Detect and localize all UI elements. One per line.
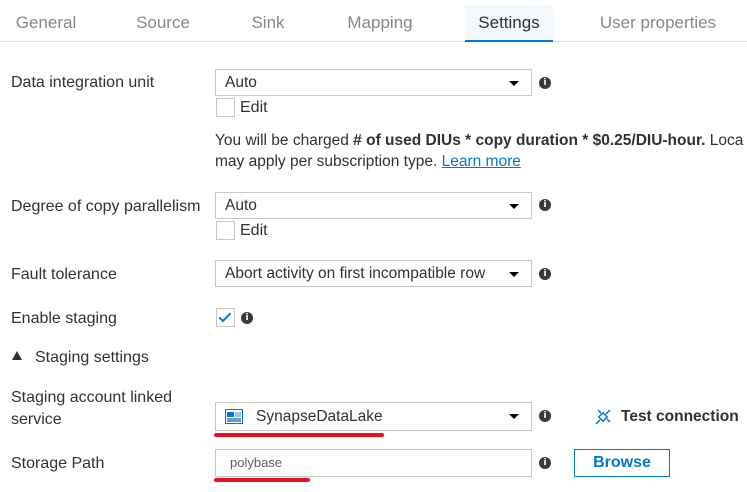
diu-select[interactable]: Auto [215,69,532,96]
fault-tolerance-select[interactable]: Abort activity on first incompatible row [215,260,532,287]
parallelism-edit-checkbox[interactable] [216,221,235,240]
tab-sink[interactable]: Sink [236,5,300,41]
learn-more-link[interactable]: Learn more [442,153,521,170]
browse-button[interactable]: Browse [574,449,670,477]
tab-source[interactable]: Source [120,5,206,41]
info-icon[interactable]: i [539,77,551,89]
chevron-down-icon [509,414,519,419]
chevron-down-icon [509,204,519,209]
red-annotation-underline [214,433,384,437]
parallelism-label: Degree of copy parallelism [11,198,201,215]
tab-mapping[interactable]: Mapping [330,5,430,41]
pricing-note-line1: You will be charged # of used DIUs * cop… [215,132,744,149]
red-annotation-underline [214,478,310,482]
parallelism-edit-label: Edit [240,222,268,239]
info-icon[interactable]: i [539,199,551,211]
pricing-note: You will be charged # of used DIUs * cop… [215,130,747,172]
fault-tolerance-select-value: Abort activity on first incompatible row [225,265,486,282]
parallelism-select[interactable]: Auto [215,192,532,219]
info-icon[interactable]: i [539,268,551,280]
enable-staging-label: Enable staging [11,310,117,327]
tab-settings[interactable]: Settings [465,5,553,42]
diu-label: Data integration unit [11,74,155,91]
diu-edit-checkbox[interactable] [216,98,235,117]
linked-service-label: Staging account linked service [11,389,172,428]
plug-icon [595,409,611,425]
storage-path-input[interactable]: polybase [215,449,532,477]
collapse-triangle-icon[interactable] [12,351,22,360]
storage-account-icon [225,409,243,424]
test-connection-label: Test connection [621,408,739,425]
info-icon[interactable]: i [539,410,551,422]
diu-select-value: Auto [225,74,257,91]
linked-service-select[interactable]: SynapseDataLake [215,402,532,431]
staging-settings-header[interactable]: Staging settings [35,347,149,369]
checkmark-icon [218,309,232,323]
linked-service-value: SynapseDataLake [256,408,383,425]
tab-bar: General Source Sink Mapping Settings Use… [0,0,747,42]
parallelism-select-value: Auto [225,197,257,214]
storage-path-label: Storage Path [11,455,105,472]
diu-edit-label: Edit [240,99,268,116]
chevron-down-icon [509,272,519,277]
info-icon[interactable]: i [539,457,551,469]
enable-staging-checkbox[interactable] [216,308,235,327]
tab-general[interactable]: General [0,5,92,41]
info-icon[interactable]: i [241,312,253,324]
tab-user-properties[interactable]: User properties [588,5,728,41]
storage-path-value: polybase [230,455,283,470]
pricing-note-line2: may apply per subscription type. Learn m… [215,153,521,170]
fault-tolerance-label: Fault tolerance [11,266,117,283]
chevron-down-icon [509,81,519,86]
